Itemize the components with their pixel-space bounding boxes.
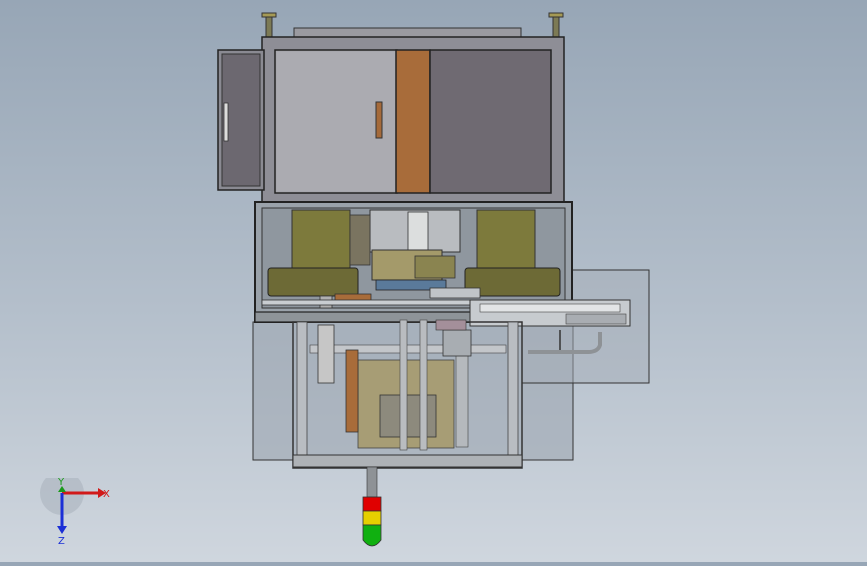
z-axis-label: Z [58,536,65,547]
machine-model[interactable] [0,0,867,562]
signal-tower [362,466,382,547]
x-axis-label: X [103,489,110,500]
electrical-cabinet [217,27,565,203]
orientation-triad: X Y Z [40,478,110,547]
y-axis-label: Y [57,478,65,488]
cad-viewport[interactable]: X Y Z [0,0,867,562]
